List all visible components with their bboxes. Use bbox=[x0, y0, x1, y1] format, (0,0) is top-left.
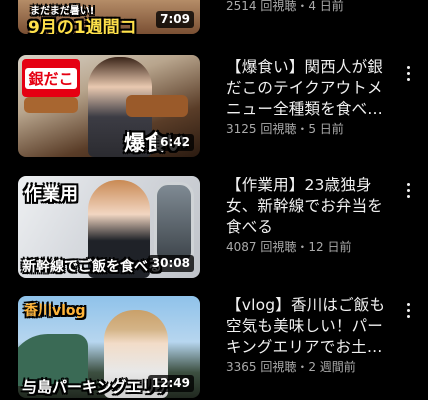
video-duration: 12:49 bbox=[147, 375, 194, 392]
brand-logo-text: 銀だこ bbox=[25, 67, 77, 89]
video-duration: 6:42 bbox=[156, 134, 194, 151]
more-options-icon[interactable] bbox=[400, 300, 416, 320]
thumbnail-caption-top: 作業用 bbox=[24, 184, 78, 205]
brand-logo: 銀だこ bbox=[22, 59, 80, 97]
video-thumbnail[interactable]: まだまだ暑い! 9月の1週間コ 7:09 bbox=[18, 0, 200, 34]
video-thumbnail[interactable]: 作業用 新幹線でご飯を食べる 30:08 bbox=[18, 176, 200, 278]
video-meta: 3125 回視聴・5 日前 bbox=[226, 122, 344, 136]
video-title[interactable]: 【作業用】23歳独身女、新幹線でお弁当を食べる bbox=[226, 175, 396, 238]
video-thumbnail[interactable]: 銀だこ 爆食い 6:42 bbox=[18, 55, 200, 157]
more-options-icon[interactable] bbox=[400, 63, 416, 83]
video-meta: 2514 回視聴・4 日前 bbox=[226, 0, 344, 13]
more-options-icon[interactable] bbox=[400, 180, 416, 200]
train-window bbox=[154, 182, 194, 266]
thumbnail-caption: 新幹線でご飯を食べる bbox=[22, 259, 162, 275]
video-title[interactable]: 【爆食い】関西人が銀だこのテイクアウトメニュー全種類を食べ… bbox=[226, 57, 396, 120]
food-tray bbox=[24, 97, 78, 113]
video-duration: 7:09 bbox=[156, 11, 194, 28]
food-tray bbox=[126, 95, 188, 117]
thumbnail-caption: 9月の1週間コ bbox=[28, 18, 137, 34]
thumbnail-caption-top: 香川vlog bbox=[24, 303, 86, 319]
video-title[interactable]: 【vlog】香川はご飯も空気も美味しい！パーキングエリアでお土… bbox=[226, 295, 396, 358]
video-thumbnail[interactable]: 香川vlog 与島パーキングエリア 12:49 bbox=[18, 296, 200, 398]
video-meta: 4087 回視聴・12 日前 bbox=[226, 240, 352, 254]
video-duration: 30:08 bbox=[147, 255, 194, 272]
video-meta: 3365 回視聴・2 週間前 bbox=[226, 360, 356, 374]
